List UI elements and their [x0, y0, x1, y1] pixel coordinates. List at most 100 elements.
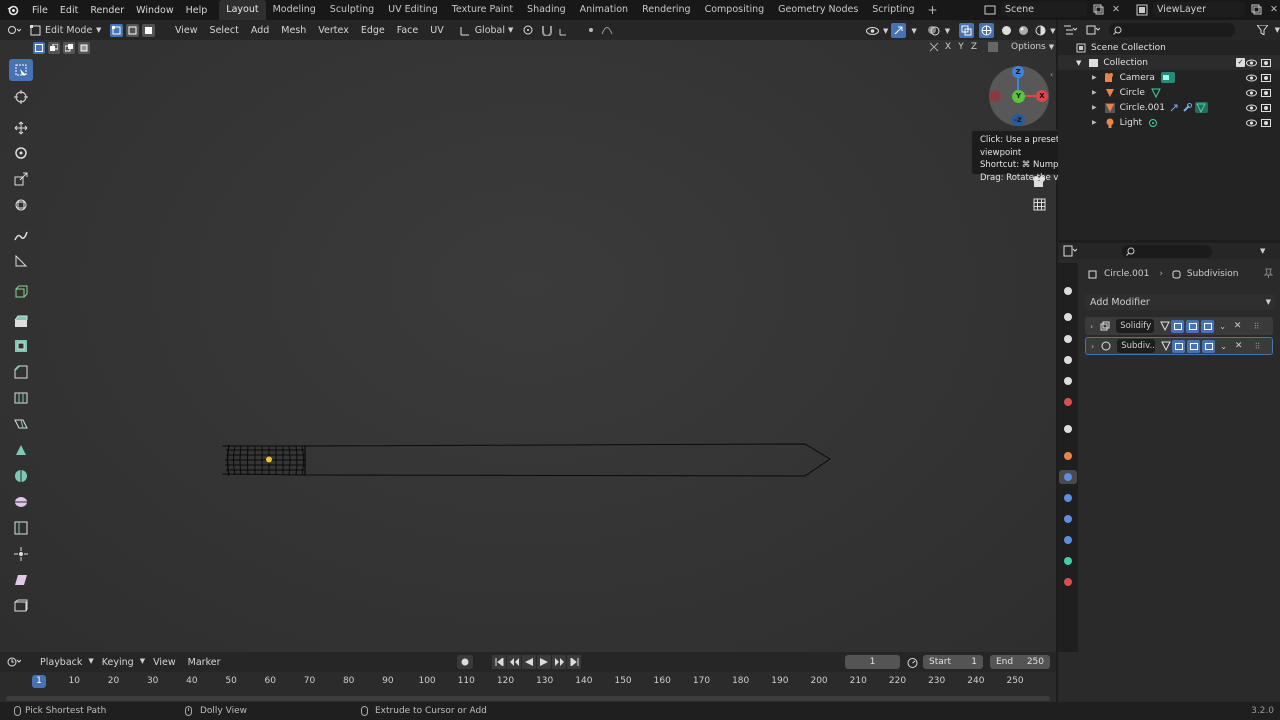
editmode-toggle-icon[interactable]	[1171, 319, 1185, 333]
ortho-grid-icon[interactable]	[1031, 196, 1047, 212]
menu-edit[interactable]: Edit	[54, 5, 84, 16]
expand-arrow-icon[interactable]: ▶	[1092, 104, 1097, 111]
filter-icon[interactable]	[1251, 25, 1275, 35]
gizmo-toggle-icon[interactable]	[891, 23, 907, 38]
modifier-name-field[interactable]: Subdiv...	[1117, 339, 1156, 353]
display-mode-icon[interactable]	[1082, 24, 1106, 36]
edit-cage-icon[interactable]	[1159, 341, 1172, 351]
outliner-scene-collection[interactable]: Scene Collection	[1058, 40, 1280, 55]
pin-icon[interactable]	[1262, 268, 1274, 278]
tab-compositing[interactable]: Compositing	[698, 0, 772, 20]
3d-viewport[interactable]: X Y Z Options ▼ Z X Y -Z ‹ Click: Use a …	[0, 40, 1105, 652]
falloff-icon[interactable]	[599, 25, 615, 35]
modifier-icon[interactable]	[1169, 103, 1179, 113]
current-frame-indicator[interactable]: 1	[32, 675, 46, 688]
snap-icon[interactable]	[539, 24, 555, 36]
orientation-dropdown[interactable]: Global	[472, 25, 508, 36]
editmode-toggle-icon[interactable]	[1172, 339, 1186, 353]
delete-modifier-icon[interactable]: ✕	[1234, 321, 1242, 331]
stopwatch-icon[interactable]	[905, 657, 919, 668]
outliner-item-light[interactable]: ▶ Light	[1058, 115, 1280, 130]
drag-handle-icon[interactable]: ⠿	[1253, 322, 1259, 331]
collection-tab-icon[interactable]	[1061, 422, 1075, 436]
menu-uv[interactable]: UV	[424, 25, 449, 36]
menu-vertex[interactable]: Vertex	[312, 25, 355, 36]
play-icon[interactable]	[537, 655, 551, 669]
tab-rendering[interactable]: Rendering	[635, 0, 698, 20]
mesh-data-tab-icon[interactable]	[1061, 554, 1075, 568]
copy-icon[interactable]	[1249, 3, 1263, 17]
menu-marker[interactable]: Marker	[182, 657, 227, 668]
tab-scripting[interactable]: Scripting	[865, 0, 921, 20]
vertex-select-icon[interactable]	[110, 23, 123, 37]
gizmo-y-axis[interactable]: Y	[1012, 90, 1025, 103]
delete-modifier-icon[interactable]: ✕	[1235, 341, 1243, 351]
constraints-tab-icon[interactable]	[1061, 533, 1075, 547]
menu-render[interactable]: Render	[84, 5, 130, 16]
edit-cage-icon[interactable]	[1158, 321, 1171, 331]
tab-animation[interactable]: Animation	[573, 0, 635, 20]
timeline-editor-icon[interactable]	[0, 656, 28, 668]
gizmo-neg-z-axis[interactable]: -Z	[1011, 114, 1025, 126]
tool-tab-icon[interactable]	[1061, 284, 1075, 298]
tab-modeling[interactable]: Modeling	[266, 0, 323, 20]
menu-file[interactable]: File	[26, 5, 54, 16]
world-tab-icon[interactable]	[1061, 395, 1075, 409]
eye-icon[interactable]	[1245, 59, 1257, 67]
mesh-wireframe[interactable]	[0, 40, 1056, 652]
timeline-ruler[interactable]: 1 10 20 30 40 50 60 70 80 90 100 110 120 130 140 150 160…	[0, 672, 1056, 702]
menu-mesh[interactable]: Mesh	[275, 25, 312, 36]
edge-select-icon[interactable]	[126, 23, 139, 37]
drag-handle-icon[interactable]: ⠿	[1254, 342, 1260, 351]
mesh-data-icon[interactable]	[1194, 102, 1208, 113]
close-icon[interactable]: ✕	[1267, 3, 1280, 17]
menu-view[interactable]: View	[147, 657, 182, 668]
expand-arrow-icon[interactable]: ›	[1091, 342, 1094, 351]
add-workspace-button[interactable]: +	[922, 3, 944, 17]
chevron-down-icon[interactable]: ⌄	[1220, 342, 1227, 351]
end-frame-field[interactable]: End 250	[990, 655, 1050, 669]
render-toggle-icon[interactable]	[1202, 339, 1216, 353]
close-icon[interactable]: ✕	[1109, 3, 1123, 17]
scene-tab-icon[interactable]	[1061, 374, 1075, 388]
tab-shading[interactable]: Shading	[520, 0, 573, 20]
snap-target-icon[interactable]	[555, 24, 575, 36]
overlay-icon[interactable]	[926, 24, 942, 37]
current-frame-field[interactable]: 1	[845, 655, 900, 669]
outliner-search-input[interactable]	[1109, 23, 1236, 37]
menu-playback[interactable]: Playback	[34, 657, 88, 668]
render-camera-icon[interactable]	[1260, 103, 1272, 112]
solid-shading-icon[interactable]	[999, 25, 1013, 36]
gizmo-x-axis[interactable]: X	[1036, 90, 1048, 102]
outliner-item-camera[interactable]: ▶ Camera	[1058, 70, 1280, 85]
render-camera-icon[interactable]	[1260, 118, 1272, 127]
rendered-shading-icon[interactable]	[1033, 25, 1047, 36]
expand-arrow-icon[interactable]: ▶	[1092, 74, 1097, 81]
light-data-icon[interactable]	[1148, 118, 1158, 128]
prev-keyframe-icon[interactable]	[507, 655, 521, 669]
object-tab-icon[interactable]	[1061, 449, 1075, 463]
tab-layout[interactable]: Layout	[219, 0, 266, 20]
jump-start-icon[interactable]	[492, 655, 506, 669]
play-reverse-icon[interactable]	[522, 655, 536, 669]
viewport-toggle-icon[interactable]	[1186, 319, 1200, 333]
menu-edge[interactable]: Edge	[355, 25, 391, 36]
menu-keying[interactable]: Keying	[96, 657, 140, 668]
gizmo-neg-x-axis[interactable]	[989, 90, 1001, 102]
navigation-gizmo[interactable]: Z X Y -Z	[989, 66, 1049, 126]
expand-arrow-icon[interactable]: ▶	[1092, 119, 1097, 126]
expand-arrow-icon[interactable]: ›	[1090, 322, 1093, 331]
menu-add[interactable]: Add	[245, 25, 275, 36]
outliner-collection[interactable]: ▼ Collection ✓	[1058, 55, 1280, 70]
menu-view[interactable]: View	[169, 25, 204, 36]
modifier-panel-subdivision[interactable]: › Subdiv... ⌄ ✕ ⠿	[1085, 337, 1273, 355]
outliner-item-circle[interactable]: ▶ Circle	[1058, 85, 1280, 100]
collapse-arrow-icon[interactable]: ‹	[1050, 70, 1053, 79]
jump-end-icon[interactable]	[567, 655, 581, 669]
eye-icon[interactable]	[1245, 104, 1257, 112]
particles-tab-icon[interactable]	[1061, 491, 1075, 505]
gizmo-z-axis[interactable]: Z	[1012, 66, 1024, 78]
view-layer-field[interactable]: ViewLayer	[1153, 2, 1245, 17]
tab-sculpting[interactable]: Sculpting	[323, 0, 381, 20]
render-camera-icon[interactable]	[1260, 73, 1272, 82]
